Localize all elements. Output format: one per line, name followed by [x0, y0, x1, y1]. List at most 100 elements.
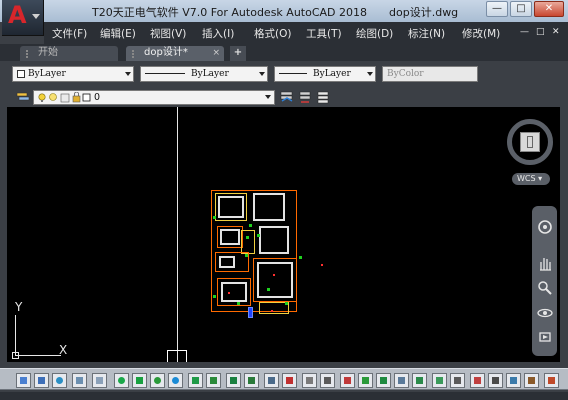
room-bedroom-1: [218, 196, 244, 218]
layer-properties-icon[interactable]: [16, 90, 30, 104]
plotstyle-value: ByColor: [387, 69, 424, 79]
toolbar-list-icon[interactable]: [394, 373, 409, 388]
toolbar-marker-icon[interactable]: [358, 373, 373, 388]
light-marker: [273, 274, 275, 276]
layer-previous-icon[interactable]: [298, 90, 312, 104]
color-dropdown[interactable]: ByLayer: [12, 66, 134, 82]
chevron-down-icon: [265, 95, 271, 99]
grip-icon: [26, 50, 34, 58]
toolbar-panel-icon[interactable]: [244, 373, 259, 388]
layer-toolbar: 0: [0, 87, 568, 107]
make-current-layer-icon[interactable]: [280, 90, 294, 104]
socket-marker: [267, 288, 270, 291]
title-bar: T20天正电气软件 V7.0 For Autodesk AutoCAD 2018…: [0, 0, 568, 22]
socket-marker: [246, 236, 249, 239]
toolbar-target-icon[interactable]: [168, 373, 183, 388]
menu-modify[interactable]: 修改(M): [462, 26, 500, 41]
showmotion-icon[interactable]: [536, 328, 554, 346]
socket-marker: [245, 254, 248, 257]
socket-marker: [299, 256, 302, 259]
toolbar-wire-icon[interactable]: [282, 373, 297, 388]
toolbar-fixture-icon[interactable]: [412, 373, 427, 388]
wcs-label: WCS: [517, 174, 536, 183]
ucs-x-axis: [15, 355, 61, 356]
toolbar-box-icon[interactable]: [264, 373, 279, 388]
toolbar-table-icon[interactable]: [92, 373, 107, 388]
light-marker: [271, 310, 273, 312]
menu-view[interactable]: 视图(V): [150, 26, 186, 41]
doc-close-button[interactable]: ✕: [552, 27, 560, 37]
menu-draw[interactable]: 绘图(D): [356, 26, 393, 41]
toolbar-text-icon[interactable]: [340, 373, 355, 388]
drawing-canvas[interactable]: Y X WCS ▾: [7, 107, 560, 362]
maximize-button[interactable]: □: [510, 1, 532, 17]
bottom-toolbar-area: [0, 362, 568, 400]
close-button[interactable]: ✕: [534, 1, 564, 17]
tab-start[interactable]: 开始: [20, 46, 118, 61]
socket-marker: [249, 224, 252, 227]
tab-active-label: dop设计*: [144, 47, 188, 58]
current-layer: 0: [94, 92, 101, 103]
color-swatch-icon: [17, 69, 25, 78]
new-tab-button[interactable]: +: [230, 46, 246, 61]
toolbar-legend-icon[interactable]: [506, 373, 521, 388]
toolbar-circle-icon[interactable]: [114, 373, 129, 388]
room-living: [257, 262, 293, 298]
toolbar-zoom-icon[interactable]: [52, 373, 67, 388]
ucs-y-label: Y: [15, 300, 23, 314]
doc-minimize-button[interactable]: —: [520, 27, 529, 37]
toolbar-socket-icon[interactable]: [150, 373, 165, 388]
menu-insert[interactable]: 插入(I): [202, 26, 234, 41]
toolbar-text-style-icon[interactable]: [470, 373, 485, 388]
tab-dop-design[interactable]: dop设计* ×: [126, 46, 224, 61]
toolbar-array-icon[interactable]: [132, 373, 147, 388]
toolbar-select-icon[interactable]: [302, 373, 317, 388]
minimize-button[interactable]: —: [486, 1, 508, 17]
toolbar-cable-icon[interactable]: [206, 373, 221, 388]
toolbar-save-icon[interactable]: [34, 373, 49, 388]
layer-state-icon[interactable]: [316, 90, 330, 104]
wcs-menu[interactable]: WCS ▾: [512, 173, 550, 185]
viewcube-top-face[interactable]: [520, 132, 540, 152]
toolbar-calc-icon[interactable]: [524, 373, 539, 388]
toolbar-connect-icon[interactable]: [432, 373, 447, 388]
menu-file[interactable]: 文件(F): [52, 26, 87, 41]
toolbar-stats-icon[interactable]: [544, 373, 559, 388]
zoom-icon[interactable]: [536, 279, 554, 297]
viewcube-face-icon: [527, 136, 533, 148]
toolbar-symbol-icon[interactable]: [488, 373, 503, 388]
socket-marker: [285, 302, 288, 305]
autocad-application-button[interactable]: A: [2, 0, 44, 36]
toolbar-dim-icon[interactable]: [320, 373, 335, 388]
layer-dropdown[interactable]: 0: [33, 90, 275, 105]
toolbar-switch-icon[interactable]: [226, 373, 241, 388]
steering-wheel-icon[interactable]: [536, 218, 554, 236]
socket-marker: [213, 295, 216, 298]
orbit-icon[interactable]: [536, 304, 554, 322]
autocad-logo-icon: A: [8, 1, 27, 29]
room-bedroom-2: [253, 193, 285, 221]
chevron-down-icon: [125, 72, 131, 76]
ucs-origin-icon: [12, 352, 19, 359]
menu-dimension[interactable]: 标注(N): [408, 26, 445, 41]
toolbar-copy-icon[interactable]: [450, 373, 465, 388]
linetype-dropdown[interactable]: ByLayer: [140, 66, 268, 82]
tab-close-icon[interactable]: ×: [212, 46, 220, 60]
pan-icon[interactable]: [536, 254, 554, 272]
menu-tools[interactable]: 工具(T): [306, 26, 342, 41]
properties-toolbar: ByLayer ByLayer ByLayer ByColor: [0, 61, 568, 87]
lineweight-dropdown[interactable]: ByLayer: [274, 66, 376, 82]
toolbar-lamp-icon[interactable]: [188, 373, 203, 388]
room-kitchen: [259, 226, 289, 254]
light-marker: [321, 264, 323, 266]
toolbar-grid-icon[interactable]: [72, 373, 87, 388]
menu-edit[interactable]: 编辑(E): [100, 26, 136, 41]
navigation-bar: [532, 206, 557, 356]
linetype-preview: [145, 73, 185, 74]
toolbar-route-icon[interactable]: [376, 373, 391, 388]
toolbar-new-icon[interactable]: [16, 373, 31, 388]
lineweight-value: ByLayer: [313, 69, 351, 79]
menu-bar: 文件(F) 编辑(E) 视图(V) 插入(I) 格式(O) 工具(T) 绘图(D…: [44, 22, 568, 44]
doc-restore-button[interactable]: □: [536, 27, 545, 37]
menu-format[interactable]: 格式(O): [254, 26, 291, 41]
